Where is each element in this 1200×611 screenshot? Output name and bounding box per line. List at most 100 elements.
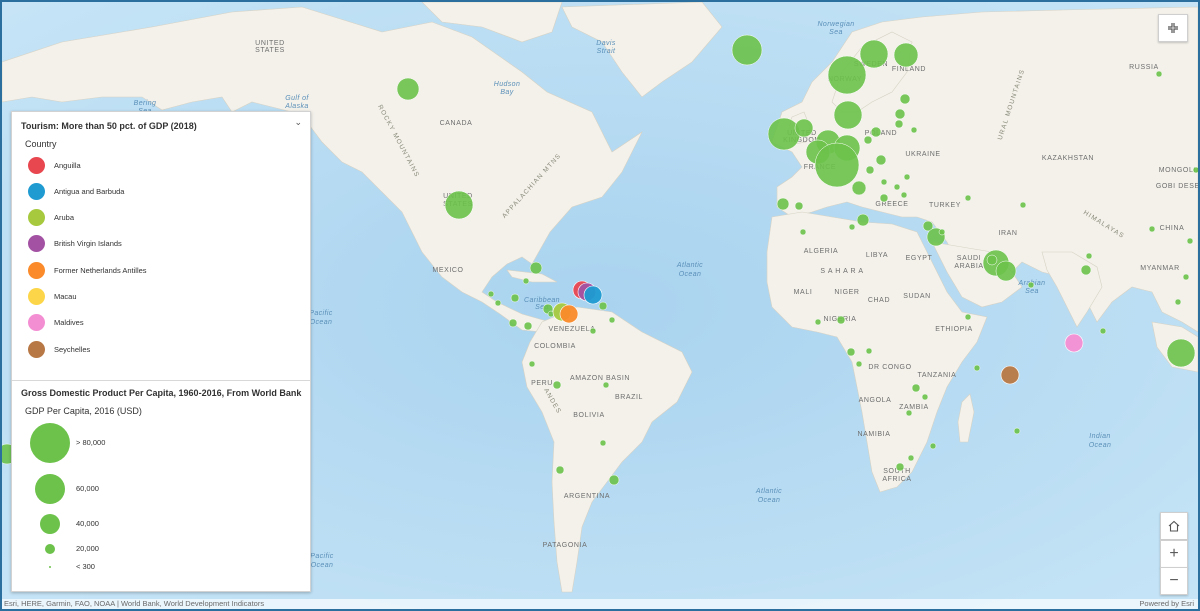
gdp-point[interactable] [827,55,867,95]
gdp-point[interactable] [894,119,904,129]
gdp-point[interactable] [900,191,908,199]
gdp-point[interactable] [875,154,887,166]
gdp-point[interactable] [1019,201,1027,209]
ocean-label: Davis [596,40,616,47]
gdp-point[interactable] [995,260,1017,282]
gdp-point[interactable] [870,126,882,138]
gdp-point[interactable] [510,293,520,303]
gdp-point[interactable] [1186,237,1194,245]
gdp-point[interactable] [552,380,562,390]
gdp-point[interactable] [846,347,856,357]
gdp-point[interactable] [1013,427,1021,435]
ocean-label: Indian [1089,433,1110,440]
gdp-point[interactable] [921,393,929,401]
gdp-point[interactable] [508,318,518,328]
gdp-point[interactable] [903,173,911,181]
legend-swatch [28,182,45,200]
gdp-point[interactable] [973,364,981,372]
gdp-point[interactable] [848,223,856,231]
gdp-point[interactable] [1174,298,1182,306]
gdp-point[interactable] [833,100,863,130]
tourism-point[interactable] [559,304,579,324]
gdp-point[interactable] [396,77,420,101]
gdp-point[interactable] [865,165,875,175]
gdp-point[interactable] [1085,252,1093,260]
gdp-point[interactable] [879,193,889,203]
collapse-chevron-icon[interactable]: ⌄ [294,117,302,128]
collapse-map-button[interactable] [1158,14,1188,42]
attribution-text[interactable]: Esri, HERE, Garmin, FAO, NOAA | World Ba… [4,599,264,608]
gdp-point[interactable] [929,442,937,450]
gdp-point[interactable] [529,261,543,275]
gdp-point[interactable] [589,327,597,335]
gdp-point[interactable] [856,213,870,227]
gdp-point[interactable] [608,474,620,486]
gdp-point[interactable] [598,301,608,311]
gdp-point[interactable] [964,313,972,321]
home-icon [1168,520,1180,532]
tourism-point[interactable] [583,285,603,305]
gdp-point[interactable] [444,190,474,220]
gdp-point[interactable] [814,318,822,326]
gdp-point[interactable] [893,183,901,191]
gdp-point[interactable] [863,135,873,145]
gdp-point[interactable] [523,321,533,331]
gdp-point[interactable] [894,108,906,120]
ocean-label: Ocean [758,497,781,504]
gdp-point[interactable] [794,201,804,211]
gdp-point[interactable] [851,180,867,196]
gdp-point[interactable] [899,93,911,105]
gdp-point[interactable] [910,126,918,134]
gdp-point[interactable] [731,34,763,66]
gdp-point[interactable] [911,383,921,393]
country-label: IRAN [998,230,1017,237]
gdp-point[interactable] [487,290,495,298]
gdp-point[interactable] [599,439,607,447]
gdp-point[interactable] [865,347,873,355]
gdp-point[interactable] [905,409,913,417]
gdp-point[interactable] [1192,166,1198,174]
gdp-point[interactable] [855,360,863,368]
gdp-point[interactable] [1080,264,1092,276]
zoom-out-button[interactable]: − [1160,567,1188,595]
gdp-point[interactable] [1027,281,1035,289]
gdp-point[interactable] [1182,273,1190,281]
gdp-point[interactable] [1166,338,1196,368]
country-label: BOLIVIA [573,412,604,419]
gdp-point[interactable] [893,42,919,68]
zoom-in-button[interactable]: + [1160,540,1188,568]
country-label: LIBYA [866,252,888,259]
gdp-point[interactable] [814,142,860,188]
gdp-point[interactable] [799,228,807,236]
gdp-point[interactable] [608,316,616,324]
country-label: MALI [794,289,813,296]
gdp-point[interactable] [794,118,814,138]
gdp-point[interactable] [986,254,998,266]
tourism-point[interactable] [1000,365,1020,385]
powered-by-text[interactable]: Powered by Esri [1139,599,1194,608]
gdp-point[interactable] [494,299,502,307]
gdp-point[interactable] [1148,225,1156,233]
gdp-point[interactable] [1155,70,1163,78]
gdp-point[interactable] [907,454,915,462]
tourism-point[interactable] [1064,333,1084,353]
gdp-point[interactable] [880,178,888,186]
gdp-point[interactable] [964,194,972,202]
gdp-point[interactable] [895,462,905,472]
home-button[interactable] [1160,512,1188,540]
country-label: ALGERIA [804,248,839,255]
gdp-point[interactable] [859,39,889,69]
gdp-point[interactable] [1099,327,1107,335]
legend-category-item: Seychelles [28,339,90,359]
gdp-point[interactable] [836,315,846,325]
legend-swatch [28,261,45,279]
gdp-point[interactable] [767,117,801,151]
gdp-point[interactable] [938,228,946,236]
gdp-point[interactable] [522,277,530,285]
gdp-point[interactable] [555,465,565,475]
gdp-point[interactable] [528,360,536,368]
legend-swatch [28,235,45,253]
gdp-point[interactable] [602,381,610,389]
country-label: GOBI DESERT [1156,183,1198,190]
gdp-point[interactable] [776,197,790,211]
